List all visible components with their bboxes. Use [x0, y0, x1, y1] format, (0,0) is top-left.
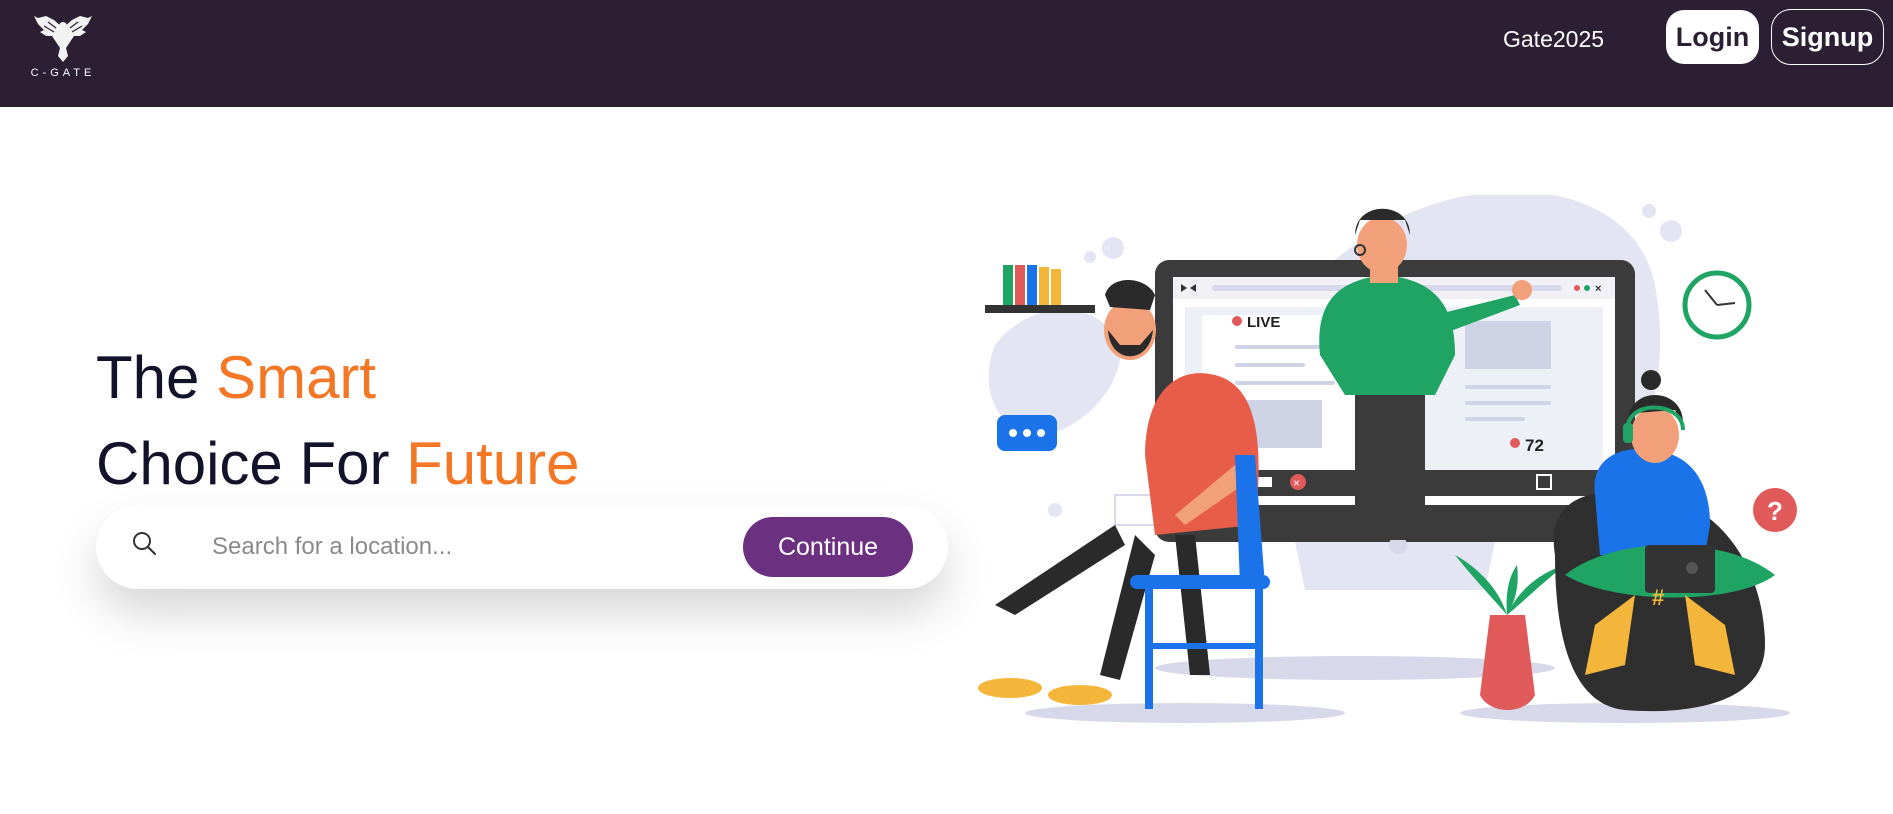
live-label: LIVE — [1247, 314, 1280, 331]
svg-text:?: ? — [1767, 496, 1783, 526]
location-search-bar: Continue — [96, 505, 948, 589]
nav-link-gate2025[interactable]: Gate2025 — [1503, 26, 1604, 53]
hero-title-text: The — [96, 344, 217, 411]
search-icon — [133, 532, 156, 555]
hashtag-label: # — [1652, 585, 1664, 610]
hero-title: The Smart Choice For Future — [96, 335, 580, 507]
svg-text:×: × — [1595, 283, 1601, 295]
online-learning-illustration: × LIVE 72 × ? # — [978, 195, 1797, 723]
viewer-count: 72 — [1525, 436, 1544, 455]
hero-title-accent: Smart — [216, 344, 377, 411]
login-button[interactable]: Login — [1666, 10, 1759, 64]
signup-button[interactable]: Signup — [1771, 9, 1884, 65]
svg-text:×: × — [1293, 476, 1300, 490]
search-input[interactable] — [212, 523, 712, 571]
top-navbar: C-GATE Gate2025 Login Signup — [0, 0, 1893, 107]
hero-title-accent: Future — [406, 430, 580, 497]
site-logo[interactable]: C-GATE — [22, 14, 104, 80]
hero-title-line-2: Choice For Future — [96, 421, 580, 507]
logo-text: C-GATE — [30, 67, 96, 79]
continue-button[interactable]: Continue — [743, 517, 913, 577]
eagle-logo-icon — [34, 16, 92, 62]
hero-title-line-1: The Smart — [96, 335, 580, 421]
hero-title-text: Choice For — [96, 430, 407, 497]
